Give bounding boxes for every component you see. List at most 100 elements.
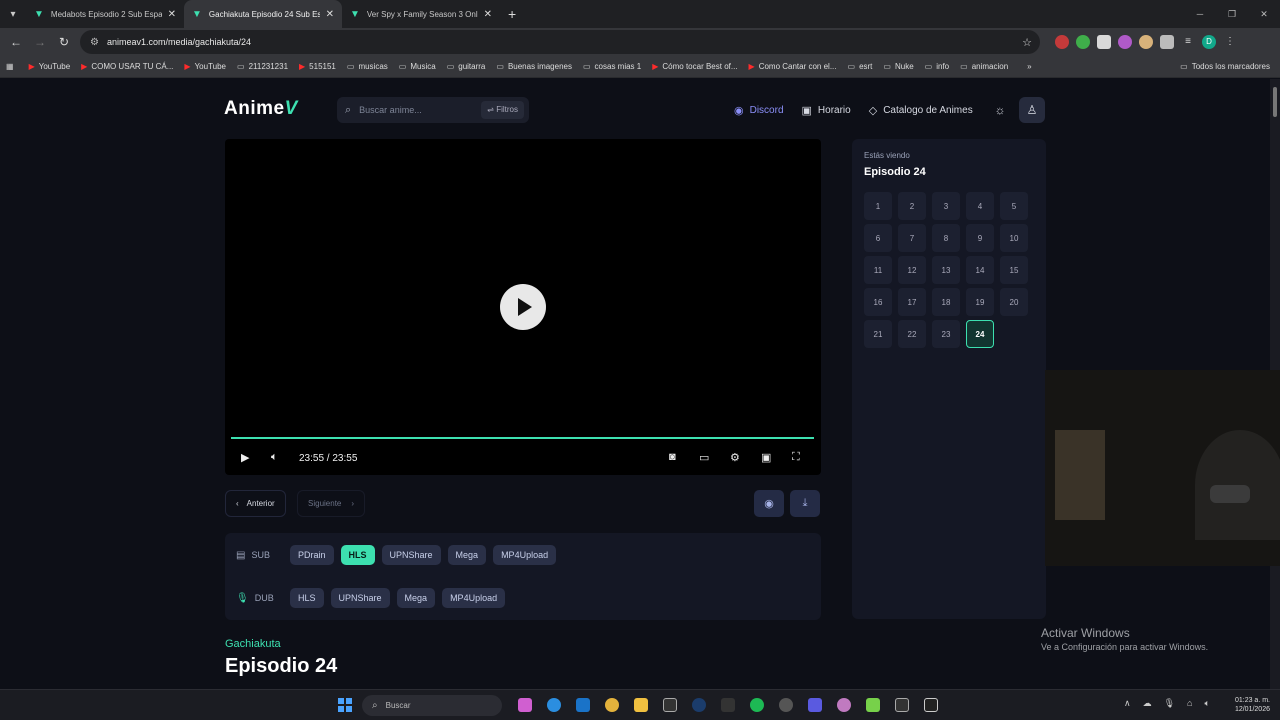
shield-icon[interactable] (1097, 35, 1111, 49)
volume-icon[interactable]: 🔈︎ (271, 451, 278, 464)
close-tab-icon[interactable]: ✕ (326, 9, 334, 20)
clock[interactable]: 01:23 a. m. 12/01/2026 (1235, 696, 1270, 714)
series-name-link[interactable]: Gachiakuta (225, 638, 281, 650)
episode-button[interactable]: 9 (966, 224, 994, 252)
bookmark-item[interactable]: ▭ cosas mias 1 (583, 62, 641, 71)
nav-discord[interactable]: ◉ Discord (734, 104, 784, 117)
app-icon[interactable] (721, 698, 735, 712)
extension-icon[interactable] (1139, 35, 1153, 49)
menu-kebab-icon[interactable]: ⋮ (1223, 35, 1237, 49)
extension-icon[interactable] (1076, 35, 1090, 49)
pip-icon[interactable]: ▣ (761, 451, 771, 464)
browser-tab-spy-family[interactable]: ▼ Ver Spy x Family Season 3 Onl ✕ (342, 0, 500, 28)
video-player[interactable]: ▶ 🔈︎ 23:55 / 23:55 ◙ ▭ ⚙ ▣ ⛶ (225, 139, 821, 475)
extension-icon[interactable] (1118, 35, 1132, 49)
spotify-icon[interactable] (750, 698, 764, 712)
episode-button[interactable]: 7 (898, 224, 926, 252)
nav-schedule[interactable]: ▣ Horario (802, 104, 851, 117)
network-icon[interactable]: ⌂ (1187, 698, 1192, 709)
episode-button[interactable]: 23 (932, 320, 960, 348)
url-field[interactable]: ⚙ animeav1.com/media/gachiakuta/24 ☆ (80, 30, 1040, 54)
bookmark-item[interactable]: ▭ guitarra (447, 62, 486, 71)
episode-button[interactable]: 15 (1000, 256, 1028, 284)
app-icon[interactable] (779, 698, 793, 712)
episode-button[interactable]: 17 (898, 288, 926, 316)
bookmark-item[interactable]: ▭ Buenas imagenes (496, 62, 572, 71)
close-tab-icon[interactable]: ✕ (168, 9, 176, 20)
download-button[interactable]: ⤓ (790, 490, 820, 517)
episode-button[interactable]: 11 (864, 256, 892, 284)
puzzle-icon[interactable] (1160, 35, 1174, 49)
screenshot-icon[interactable]: ◙ (669, 451, 676, 463)
all-bookmarks-folder[interactable]: ▭ Todos los marcadores (1180, 62, 1270, 71)
reading-list-icon[interactable]: ≡ (1181, 35, 1195, 49)
episode-button[interactable]: 21 (864, 320, 892, 348)
play-control-icon[interactable]: ▶ (241, 451, 249, 464)
episode-button[interactable]: 19 (966, 288, 994, 316)
app-icon[interactable] (808, 698, 822, 712)
episode-button[interactable]: 1 (864, 192, 892, 220)
episode-button[interactable]: 20 (1000, 288, 1028, 316)
bookmark-item[interactable]: ▶ Cómo tocar Best of... (652, 62, 737, 71)
bookmark-item[interactable]: ▭ info (925, 62, 949, 71)
microphone-icon[interactable]: 🎙︎ (1164, 698, 1175, 709)
more-bookmarks-icon[interactable]: » (1027, 62, 1031, 71)
chrome-icon[interactable] (605, 698, 619, 712)
episode-button[interactable]: 14 (966, 256, 994, 284)
settings-gear-icon[interactable]: ⚙ (730, 451, 740, 464)
taskbar-search[interactable]: ⌕ Buscar (362, 695, 502, 716)
fullscreen-icon[interactable]: ⛶ (792, 451, 800, 464)
minimize-icon[interactable]: ─ (1184, 0, 1216, 28)
sub-server-button[interactable]: PDrain (290, 545, 334, 565)
bookmark-item[interactable]: ▶ COMO USAR TU CÁ... (81, 62, 173, 71)
sub-server-button[interactable]: HLS (340, 545, 375, 565)
extension-icon[interactable] (1055, 35, 1069, 49)
audio-app-icon[interactable] (924, 698, 938, 712)
episode-button[interactable]: 8 (932, 224, 960, 252)
chevron-up-icon[interactable]: ∧ (1124, 698, 1131, 709)
episode-button[interactable]: 2 (898, 192, 926, 220)
bookmark-item[interactable]: ▭ 211231231 (237, 62, 288, 71)
dub-server-button[interactable]: HLS (290, 588, 324, 608)
browser-tab-gachiakuta[interactable]: ▼ Gachiakuta Episodio 24 Sub Es ✕ (184, 0, 342, 28)
dub-server-button[interactable]: UPNShare (330, 588, 390, 608)
app-icon[interactable] (866, 698, 880, 712)
tab-search-menu[interactable]: ▾ (0, 0, 26, 28)
maximize-icon[interactable]: ❐ (1216, 0, 1248, 28)
bookmark-item[interactable]: ▭ musicas (347, 62, 388, 71)
cast-icon[interactable]: ▭ (699, 451, 709, 464)
episode-button[interactable]: 13 (932, 256, 960, 284)
theme-toggle-button[interactable]: ☼ (987, 97, 1013, 123)
windows-start-icon[interactable] (338, 698, 352, 712)
episode-button[interactable]: 4 (966, 192, 994, 220)
search-input[interactable]: Buscar anime... (359, 105, 422, 115)
anime-search-box[interactable]: ⌕ Buscar anime... ⇌ Filtros (337, 97, 529, 123)
volume-icon[interactable]: 🔈︎ (1204, 698, 1209, 709)
nav-catalog[interactable]: ◇ Catalogo de Animes (869, 104, 973, 117)
bookmark-item[interactable]: ▶ YouTube (29, 62, 71, 71)
browser-tab-medabots[interactable]: ▼ Medabots Episodio 2 Sub Espa ✕ (26, 0, 184, 28)
outlook-icon[interactable] (576, 698, 590, 712)
episode-button[interactable]: 3 (932, 192, 960, 220)
epic-games-icon[interactable] (663, 698, 677, 712)
close-tab-icon[interactable]: ✕ (484, 9, 492, 20)
edge-icon[interactable] (547, 698, 561, 712)
episode-button[interactable]: 5 (1000, 192, 1028, 220)
mark-watched-button[interactable]: ◉ (754, 490, 784, 517)
profile-avatar[interactable]: D (1202, 35, 1216, 49)
file-explorer-icon[interactable] (634, 698, 648, 712)
bookmark-item[interactable]: ▭ Musica (399, 62, 436, 71)
bookmark-item[interactable]: ▭ Nuke (883, 62, 913, 71)
bookmark-item[interactable]: ▭ animacion (960, 62, 1008, 71)
episode-button[interactable]: 18 (932, 288, 960, 316)
big-play-button[interactable] (500, 284, 546, 330)
sub-server-button[interactable]: Mega (447, 545, 487, 565)
reload-icon[interactable]: ↻ (52, 35, 76, 49)
forward-icon[interactable]: → (28, 35, 52, 49)
site-logo[interactable]: AnimeV (224, 98, 298, 120)
user-button[interactable]: ♙ (1019, 97, 1045, 123)
app-icon[interactable] (837, 698, 851, 712)
next-episode-button[interactable]: Siguiente › (297, 490, 366, 517)
apps-grid-icon[interactable]: ▦ (6, 62, 18, 71)
bookmark-item[interactable]: ▭ esrt (848, 62, 873, 71)
